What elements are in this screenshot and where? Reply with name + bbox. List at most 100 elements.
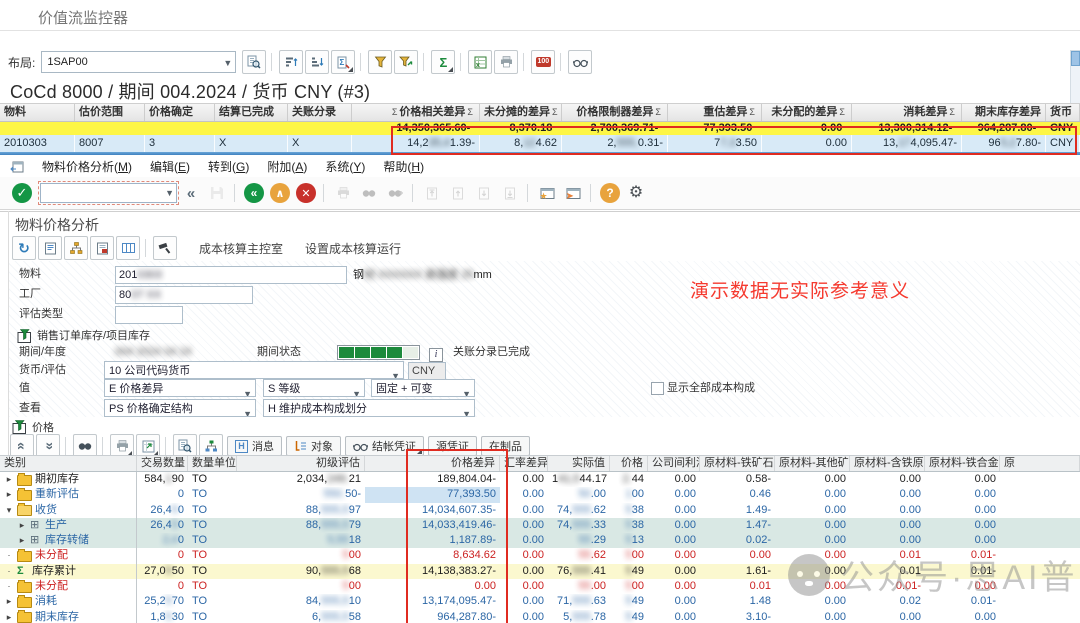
refresh-icon[interactable]: ↻ xyxy=(12,236,36,260)
grid2-column-header[interactable]: 汇率差异 xyxy=(500,456,548,471)
help-icon[interactable]: ? xyxy=(598,181,622,205)
grid1-column-header[interactable]: 价格限制器差异Σ xyxy=(562,104,668,121)
view-structure-select[interactable]: PS 价格确定结构▼ xyxy=(104,399,256,417)
tree-expander-icon[interactable]: ▸ xyxy=(4,610,14,623)
sort-desc-icon[interactable] xyxy=(305,50,329,74)
table-row[interactable]: ▾收货26,450TO88,555,59714,034,607.35-0.007… xyxy=(0,503,1080,518)
doc-settings-icon[interactable] xyxy=(90,236,114,260)
export-excel-icon[interactable]: x xyxy=(468,50,492,74)
grid2-column-header[interactable]: 数量单位 xyxy=(188,456,237,471)
tree-expander-icon[interactable]: ▸ xyxy=(17,518,27,533)
tree-expander-icon[interactable]: ▸ xyxy=(4,472,14,487)
command-input[interactable] xyxy=(40,183,177,203)
menu-item-G[interactable]: 转到(G) xyxy=(208,158,249,175)
sum-icon[interactable]: Σ xyxy=(431,50,455,74)
grid2-column-header[interactable]: 原材料-其他矿产 xyxy=(775,456,850,471)
value-level-select[interactable]: S 等级▼ xyxy=(263,379,365,397)
sort-asc-icon[interactable] xyxy=(279,50,303,74)
glasses-icon[interactable] xyxy=(568,50,592,74)
costing-cockpit-button[interactable]: 成本核算主控室 xyxy=(199,240,283,257)
subtotal-icon[interactable]: Σ xyxy=(331,50,355,74)
grid1-column-header[interactable]: 估价范围 xyxy=(75,104,145,121)
grid1-column-header[interactable]: 货币 xyxy=(1046,104,1080,121)
menu-exit-icon[interactable] xyxy=(10,161,24,173)
grid1-column-header[interactable]: 结算已完成 xyxy=(215,104,288,121)
grid2-column-header[interactable]: 原材料-含铁原料 xyxy=(850,456,925,471)
menu-item-H[interactable]: 帮助(H) xyxy=(383,158,424,175)
table-row[interactable]: ·未分配0TO5000.000.0055.005000.000.010.000.… xyxy=(0,579,1080,594)
对象-button[interactable]: 对象 xyxy=(286,436,341,456)
在制品-button[interactable]: 在制品 xyxy=(481,436,530,456)
tree-expander-icon[interactable]: ▸ xyxy=(17,533,27,548)
tree-expander-icon[interactable]: ▾ xyxy=(4,503,14,518)
material-field[interactable]: 2010303 xyxy=(115,266,347,284)
currency-select[interactable]: 10 公司代码货币 ▼ xyxy=(104,361,404,379)
cost-split-select[interactable]: H 维护成本构成划分▼ xyxy=(263,399,475,417)
new-session-icon[interactable]: ★ xyxy=(535,181,559,205)
customize-icon[interactable]: ⚙ xyxy=(624,181,648,205)
costing-run-button[interactable]: 设置成本核算运行 xyxy=(305,240,401,257)
table-view-icon[interactable] xyxy=(116,236,140,260)
menu-item-M[interactable]: 物料价格分析(M) xyxy=(42,158,132,175)
percent-badge-icon[interactable]: 100 xyxy=(531,50,555,74)
tree-expander-icon[interactable]: ▸ xyxy=(4,487,14,502)
grid2-column-header[interactable]: 原 xyxy=(1000,456,1080,471)
filter-set-icon[interactable] xyxy=(394,50,418,74)
fixed-variable-select[interactable]: 固定 + 可变▼ xyxy=(371,379,475,397)
grid1-column-header[interactable]: 关账分录 xyxy=(288,104,352,121)
exit-icon[interactable]: ∧ xyxy=(268,181,292,205)
plant-field[interactable]: 8007 XX xyxy=(115,286,253,304)
filter-icon[interactable] xyxy=(368,50,392,74)
table-row[interactable]: ▸期初库存584,190TO2,034,249.21189,804.04-0.0… xyxy=(0,472,1080,487)
layout-select[interactable]: 1SAP00 ▼ xyxy=(41,51,236,73)
table-row[interactable]: ▸重新评估0TO550.50-77,393.500.0050.001000.00… xyxy=(0,487,1080,502)
结帐凭证-button[interactable]: 结帐凭证 xyxy=(345,436,424,456)
scrollbar-thumb[interactable] xyxy=(1071,51,1080,66)
grid2-column-header[interactable]: 公司间利润 xyxy=(648,456,700,471)
grid1-column-header[interactable]: 物料 xyxy=(0,104,75,121)
grid2-column-header[interactable]: 价格差异 xyxy=(365,456,500,471)
消息-button[interactable]: H消息 xyxy=(227,436,282,456)
grid1-column-header[interactable]: 价格确定 xyxy=(145,104,215,121)
grid1-column-header[interactable]: 未分配的差异Σ xyxy=(762,104,852,121)
grid2-column-header[interactable]: 实际值 xyxy=(548,456,610,471)
grid1-totals-row[interactable]: 14,350,365.60-8,370.182,700,369.71-77,39… xyxy=(0,122,1080,135)
report-icon[interactable] xyxy=(38,236,62,260)
grid1-data-row[interactable]: 201030380073XX14,235,41.39-8,124.622,555… xyxy=(0,135,1080,152)
create-shortcut-icon[interactable]: ➤ xyxy=(561,181,585,205)
table-row[interactable]: ▸消耗25,2570TO84,555,51013,174,095.47-0.00… xyxy=(0,594,1080,609)
table-row[interactable]: ▸⊞库存转储2,40TO5,55181,187.89-0.0055.295130… xyxy=(0,533,1080,548)
grid1-column-header[interactable]: 消耗差异Σ xyxy=(852,104,962,121)
grid2-column-header[interactable]: 价格 xyxy=(610,456,648,471)
table-row[interactable]: ·Σ库存累计27,0550TO90,555,56814,138,383.27-0… xyxy=(0,564,1080,579)
enter-check-icon[interactable]: ✓ xyxy=(10,181,34,205)
grid1-column-header[interactable]: Σ价格相关差异Σ xyxy=(352,104,480,121)
table-row[interactable]: ·未分配0TO5008,634.620.0055.625000.000.000.… xyxy=(0,548,1080,563)
grid2-column-header[interactable]: 初级评估 xyxy=(237,456,365,471)
back-icon[interactable]: « xyxy=(242,181,266,205)
grid2-column-header[interactable]: 交易数量 xyxy=(137,456,188,471)
table-row[interactable]: ▸⊞生产26,450TO88,555,57914,033,419.46-0.00… xyxy=(0,518,1080,533)
hierarchy-icon[interactable] xyxy=(64,236,88,260)
cancel-icon[interactable]: ✕ xyxy=(294,181,318,205)
grid2-column-header[interactable]: 原材料-铁矿石 xyxy=(700,456,775,471)
choose-layout-icon[interactable] xyxy=(242,50,266,74)
grid1-column-header[interactable]: 未分摊的差异Σ xyxy=(480,104,562,121)
tree-expander-icon[interactable]: ▸ xyxy=(4,594,14,609)
show-all-cost-components-checkbox[interactable] xyxy=(651,382,664,395)
grid1-column-header[interactable]: 重估差异Σ xyxy=(668,104,762,121)
grid1-column-header[interactable]: 期末库存差异 xyxy=(962,104,1046,121)
menu-item-Y[interactable]: 系统(Y) xyxy=(325,158,365,175)
menu-item-E[interactable]: 编辑(E) xyxy=(150,158,190,175)
grid2-column-header[interactable]: 类别 xyxy=(0,456,137,471)
valuation-type-field[interactable] xyxy=(115,306,183,324)
grid2-column-header[interactable]: 原材料-铁合金 xyxy=(925,456,1000,471)
brush-icon[interactable] xyxy=(153,236,177,260)
源凭证-button[interactable]: 源凭证 xyxy=(428,436,477,456)
menu-item-A[interactable]: 附加(A) xyxy=(267,158,307,175)
collapse-icon[interactable]: « xyxy=(179,181,203,205)
command-field[interactable]: ▼ xyxy=(40,183,177,203)
value-type-select[interactable]: E 价格差异▼ xyxy=(104,379,256,397)
table-row[interactable]: ▸期末库存1,8530TO6,555,558964,287.80-0.005,5… xyxy=(0,610,1080,623)
print-icon[interactable] xyxy=(494,50,518,74)
